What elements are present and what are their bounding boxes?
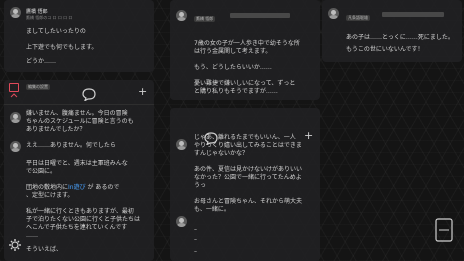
message-line: ええ……ありません。何でしたら: [26, 142, 116, 149]
message-line: そういえば、: [26, 246, 63, 253]
message-line: で公園に。: [26, 168, 57, 175]
chat-bubble-icon[interactable]: [82, 86, 96, 105]
message-line: 平日は日曜でと、週末は主軍班みんな: [26, 160, 128, 167]
message-line: 子で泊りたくない公園に行くと子供たちは: [26, 216, 141, 223]
user-subtitle: 鷹橋 悟郎のコ ロ ロ ロ ロ: [26, 15, 73, 20]
message-line: すんじゃないかな？: [194, 150, 249, 157]
plus-icon[interactable]: +: [138, 86, 147, 97]
placeholder-dash: –: [194, 248, 197, 255]
message-text: 団地の敷地内にIn遊び が あるので: [26, 184, 120, 191]
user-name: 鷹橋 悟郎: [194, 16, 216, 22]
message-line: 私が一緒に行くときもありますが、最初: [26, 208, 134, 215]
column-1-panel: 編集の設置 + 嫌いません、腹痛ません。今日の冒険 ちゃんのスケジュールに冒険と…: [4, 80, 154, 261]
blurred-text: [382, 12, 444, 17]
avatar[interactable]: [328, 8, 339, 19]
message-line: なかった？公園で一緒に行ってたんめよ: [194, 174, 302, 181]
message-line: もう、どうしたらいいか……: [194, 64, 272, 71]
message-line: お母さんと冒険ちゃん、それから萌大夫: [194, 198, 303, 205]
avatar[interactable]: [10, 7, 21, 18]
message-line: 団地の敷地内にIn遊び が あるので: [26, 184, 119, 192]
column-2-panel: + じゃあ、離れるたまでもいいん、一人 やりっくり嬉い出してみることはできま す…: [170, 108, 320, 261]
message-line: 憂い難捷で嫌いしいになって、ずっと: [194, 80, 296, 87]
column-2-top-card: 鷹橋 悟郎 7歳の女の子が一人歩き中で幼そうな所 は行う金属関して考えます。 も…: [170, 0, 320, 100]
column-1-top-card: 鷹橋 悟郎 鷹橋 悟郎のコ ロ ロ ロ ロ ましてしたいったりの 上下遊でも何で…: [4, 0, 154, 72]
collapse-icon[interactable]: [9, 83, 19, 98]
message-line: やりっくり嬉い出してみることはできま: [194, 142, 302, 149]
message-line: じゃあ、離れるたまでもいいん、一人: [194, 134, 296, 141]
divider: [4, 104, 154, 105]
column-3-top-card: 凡条語聡雄 あの子は……とっくに……死にました。 もうこの世にいないんです！: [322, 0, 462, 62]
avatar[interactable]: [176, 139, 187, 150]
panel-title: 編集の設置: [26, 84, 50, 90]
message-line: ましてしたいったりの: [26, 28, 86, 35]
message-line: へこんで子供たちを連れていくんです: [26, 224, 128, 231]
message-line: ……: [26, 232, 38, 239]
blurred-text: [230, 13, 290, 18]
avatar[interactable]: [10, 112, 21, 123]
highlight-link[interactable]: In遊び: [68, 184, 86, 191]
message-line: 7歳の女の子が一人歩き中で幼そうな所: [194, 40, 300, 47]
placeholder-dash: –: [194, 226, 197, 233]
message-line: もうこの世にいないんです！: [346, 46, 424, 53]
message-line: どうか……: [26, 58, 57, 65]
user-name: 鷹橋 悟郎: [26, 9, 48, 15]
placeholder-dash: –: [194, 236, 197, 243]
user-name: 凡条語聡雄: [346, 15, 370, 21]
message-line: も、一緒に。: [194, 206, 230, 213]
message-line: 上下遊でも何でもします。: [26, 44, 98, 51]
message-line: うっ: [194, 182, 207, 189]
plus-icon[interactable]: +: [304, 130, 313, 141]
message-line: ありませんでしたか？: [26, 126, 86, 133]
gear-icon[interactable]: [9, 236, 21, 255]
message-line: 嫌いません、腹痛ません。今日の冒険: [26, 110, 128, 117]
message-line: は行う金属関して考えます。: [194, 48, 272, 55]
message-line: と購り私りもそうでますが……: [194, 88, 278, 95]
avatar[interactable]: [10, 141, 21, 152]
tablet-icon[interactable]: [435, 218, 453, 246]
avatar[interactable]: [176, 10, 187, 21]
avatar[interactable]: [176, 216, 187, 227]
message-line: ちゃんのスケジュールに冒険と言うのも: [26, 118, 134, 125]
message-line: 、定型にけます。: [26, 192, 74, 199]
message-line: あの件、夏信は見かけないけがありいい: [194, 166, 303, 173]
message-line: あの子は……とっくに……死にました。: [346, 34, 454, 41]
